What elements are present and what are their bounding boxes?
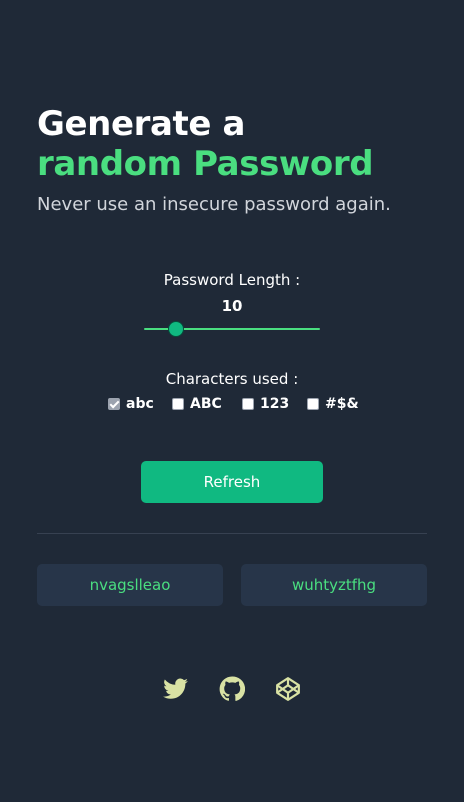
page: Generate a random Password Never use an … (0, 0, 464, 802)
headline: Generate a random Password (37, 104, 437, 184)
characters-used-label: Characters used : (165, 370, 299, 388)
codepen-icon[interactable] (275, 676, 301, 702)
uppercase-checkbox[interactable] (172, 398, 184, 410)
password-length-slider[interactable] (144, 320, 320, 338)
headline-line-1: Generate a (37, 104, 246, 144)
option-uppercase[interactable]: ABC (172, 395, 222, 413)
option-numbers[interactable]: 123 (242, 395, 289, 413)
password-length-label: Password Length : (163, 271, 301, 289)
uppercase-label[interactable]: ABC (190, 396, 222, 412)
hero: Generate a random Password Never use an … (37, 104, 437, 216)
password-output-2[interactable]: wuhtyztfhg (241, 564, 427, 606)
password-length-value: 10 (221, 297, 243, 315)
lowercase-checkbox[interactable] (108, 398, 120, 410)
password-output-1[interactable]: nvagslleao (37, 564, 223, 606)
symbols-checkbox[interactable] (307, 398, 319, 410)
lowercase-label[interactable]: abc (126, 396, 154, 412)
numbers-label[interactable]: 123 (260, 396, 289, 412)
refresh-button[interactable]: Refresh (141, 461, 323, 503)
numbers-checkbox[interactable] (242, 398, 254, 410)
subtitle: Never use an insecure password again. (37, 194, 391, 215)
twitter-icon[interactable] (163, 676, 189, 702)
slider-thumb[interactable] (168, 321, 184, 337)
option-symbols[interactable]: #$& (307, 395, 359, 413)
symbols-label[interactable]: #$& (325, 396, 359, 412)
github-icon[interactable] (219, 676, 245, 702)
divider (37, 533, 427, 534)
option-lowercase[interactable]: abc (108, 395, 154, 413)
headline-line-2: random Password (37, 144, 374, 184)
